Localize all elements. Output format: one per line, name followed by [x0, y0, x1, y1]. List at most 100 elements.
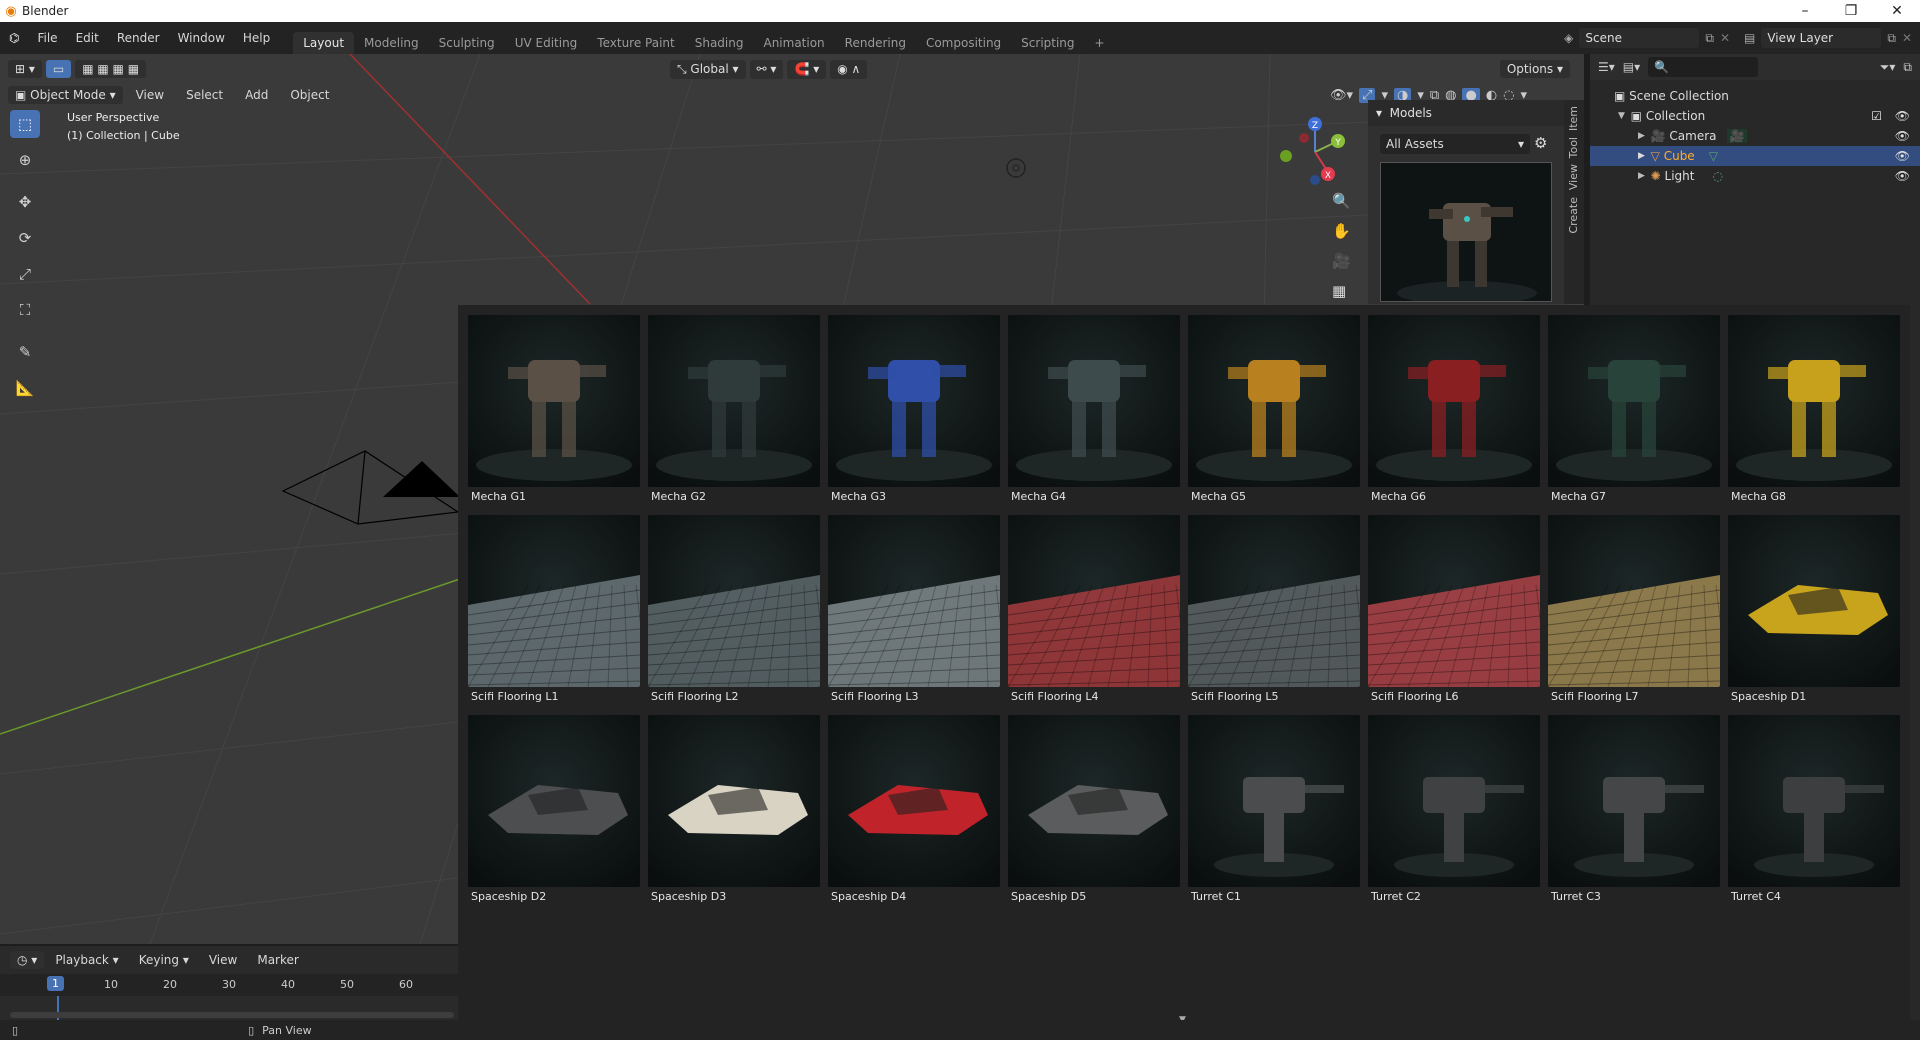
- visibility-icon[interactable]: 👁▾: [1330, 88, 1353, 103]
- move-tool-icon[interactable]: ✥: [10, 188, 40, 216]
- outliner-item-light[interactable]: ▶ ✺ Light ◌ 👁: [1590, 166, 1920, 186]
- transform-orientation-dropdown[interactable]: ⤡ Global ▾: [670, 59, 746, 79]
- frame-ruler[interactable]: 1 10 20 30 40 50 60: [0, 974, 458, 996]
- current-frame-indicator[interactable]: 1: [47, 976, 64, 991]
- asset-card[interactable]: Scifi Flooring L5: [1188, 515, 1360, 705]
- new-scene-icon[interactable]: ⧉: [1705, 31, 1714, 46]
- asset-card[interactable]: Scifi Flooring L4: [1008, 515, 1180, 705]
- asset-card[interactable]: Spaceship D5: [1008, 715, 1180, 905]
- measure-tool-icon[interactable]: 📐: [10, 374, 40, 402]
- menu-help[interactable]: Help: [234, 31, 279, 45]
- asset-card[interactable]: Scifi Flooring L2: [648, 515, 820, 705]
- tab-create[interactable]: Create: [1567, 197, 1580, 234]
- asset-card[interactable]: Spaceship D4: [828, 715, 1000, 905]
- expand-icon[interactable]: ▶: [1638, 171, 1651, 181]
- delete-scene-icon[interactable]: ✕: [1720, 31, 1730, 45]
- new-view-layer-icon[interactable]: ⧉: [1887, 31, 1896, 46]
- tab-uv-editing[interactable]: UV Editing: [505, 32, 588, 54]
- view-layer-selector[interactable]: View Layer: [1761, 28, 1882, 48]
- asset-card[interactable]: Mecha G8: [1728, 315, 1900, 505]
- viewport-menu-view[interactable]: View: [127, 88, 173, 102]
- tab-animation[interactable]: Animation: [753, 32, 834, 54]
- editor-type-icon[interactable]: ⊞ ▾: [8, 60, 42, 78]
- asset-card[interactable]: Mecha G3: [828, 315, 1000, 505]
- pivot-icon[interactable]: ⚯ ▾: [749, 59, 784, 79]
- asset-card[interactable]: Scifi Flooring L7: [1548, 515, 1720, 705]
- viewport-menu-select[interactable]: Select: [177, 88, 232, 102]
- transform-tool-icon[interactable]: ⛶: [10, 296, 40, 324]
- asset-card[interactable]: Spaceship D1: [1728, 515, 1900, 705]
- tab-texture-paint[interactable]: Texture Paint: [587, 32, 684, 54]
- timeline-editor-type-icon[interactable]: ◷ ▾: [10, 951, 45, 969]
- tab-sculpting[interactable]: Sculpting: [429, 32, 505, 54]
- asset-card[interactable]: Mecha G2: [648, 315, 820, 505]
- tab-item[interactable]: Item: [1567, 106, 1580, 131]
- collection-row[interactable]: ▼ ▣ Collection ☑ 👁: [1590, 106, 1920, 126]
- timeline-menu-playback[interactable]: Playback ▾: [46, 953, 127, 967]
- asset-card[interactable]: Turret C4: [1728, 715, 1900, 905]
- timeline-menu-marker[interactable]: Marker: [248, 953, 307, 967]
- menu-edit[interactable]: Edit: [67, 31, 108, 45]
- scene-collection-row[interactable]: ▣ Scene Collection: [1590, 86, 1920, 106]
- asset-card[interactable]: Spaceship D2: [468, 715, 640, 905]
- timeline-scrollbar[interactable]: [10, 1012, 454, 1018]
- asset-card[interactable]: Spaceship D3: [648, 715, 820, 905]
- tab-tool[interactable]: Tool: [1567, 137, 1580, 158]
- menu-render[interactable]: Render: [108, 31, 169, 45]
- restore-icon[interactable]: ❐: [1828, 3, 1874, 19]
- camera-data-icon[interactable]: 🎥: [1726, 129, 1748, 143]
- delete-view-layer-icon[interactable]: ✕: [1902, 31, 1912, 45]
- rotate-tool-icon[interactable]: ⟳: [10, 224, 40, 252]
- asset-card[interactable]: Turret C2: [1368, 715, 1540, 905]
- asset-card[interactable]: Mecha G4: [1008, 315, 1180, 505]
- viewport-menu-object[interactable]: Object: [281, 88, 338, 102]
- camera-view-icon[interactable]: 🎥: [1332, 252, 1351, 270]
- selected-asset-preview[interactable]: [1380, 162, 1552, 302]
- asset-card[interactable]: Mecha G5: [1188, 315, 1360, 505]
- tab-shading[interactable]: Shading: [685, 32, 754, 54]
- minimize-icon[interactable]: –: [1782, 3, 1828, 19]
- timeline-menu-view[interactable]: View: [200, 953, 246, 967]
- expand-icon[interactable]: ▶: [1638, 151, 1651, 161]
- viewport-menu-add[interactable]: Add: [236, 88, 277, 102]
- models-panel-header[interactable]: ▾ Models: [1368, 100, 1564, 126]
- close-icon[interactable]: ✕: [1874, 3, 1920, 19]
- asset-card[interactable]: Turret C3: [1548, 715, 1720, 905]
- asset-card[interactable]: Mecha G1: [468, 315, 640, 505]
- expand-icon[interactable]: ▶: [1638, 131, 1651, 141]
- proportional-edit-icon[interactable]: ◉ ∧: [830, 59, 868, 79]
- outliner-search-input[interactable]: 🔍: [1648, 57, 1759, 77]
- tab-scripting[interactable]: Scripting: [1011, 32, 1084, 54]
- snap-icon[interactable]: 🧲 ▾: [787, 59, 827, 79]
- options-dropdown[interactable]: Options ▾: [1499, 60, 1570, 78]
- settings-gear-icon[interactable]: ⚙: [1534, 134, 1547, 154]
- expand-icon[interactable]: ▼: [1618, 111, 1631, 121]
- pan-view-icon[interactable]: ✋: [1332, 222, 1351, 240]
- tab-modeling[interactable]: Modeling: [354, 32, 429, 54]
- visibility-eye-icon[interactable]: 👁: [1895, 129, 1910, 143]
- menu-file[interactable]: File: [28, 31, 66, 45]
- asset-card[interactable]: Turret C1: [1188, 715, 1360, 905]
- asset-card[interactable]: Mecha G7: [1548, 315, 1720, 505]
- new-collection-icon[interactable]: ⧉: [1903, 60, 1912, 75]
- cursor-tool-icon[interactable]: ⊕: [10, 146, 40, 174]
- select-box-options-icon[interactable]: ▦ ▦ ▦ ▦: [75, 60, 147, 78]
- zoom-view-icon[interactable]: 🔍: [1332, 192, 1351, 210]
- asset-card[interactable]: Scifi Flooring L1: [468, 515, 640, 705]
- object-mode-dropdown[interactable]: ▣ Object Mode ▾: [8, 86, 123, 104]
- visibility-eye-icon[interactable]: 👁: [1895, 109, 1910, 123]
- view-layer-icon[interactable]: ▤: [1744, 31, 1755, 45]
- asset-card[interactable]: Scifi Flooring L3: [828, 515, 1000, 705]
- tab-compositing[interactable]: Compositing: [916, 32, 1011, 54]
- scale-tool-icon[interactable]: ⤢: [10, 260, 40, 288]
- select-box-tool-icon[interactable]: ⬚: [10, 110, 40, 138]
- asset-card[interactable]: Mecha G6: [1368, 315, 1540, 505]
- menu-window[interactable]: Window: [169, 31, 234, 45]
- light-data-icon[interactable]: ◌: [1712, 169, 1722, 183]
- asset-card[interactable]: Scifi Flooring L6: [1368, 515, 1540, 705]
- scene-selector[interactable]: Scene: [1579, 28, 1700, 48]
- asset-library-dropdown[interactable]: All Assets ▾: [1380, 134, 1530, 154]
- exclude-checkbox[interactable]: ☑: [1871, 109, 1882, 123]
- tab-layout[interactable]: Layout: [293, 32, 355, 54]
- select-mode-icon[interactable]: ▭: [45, 60, 72, 78]
